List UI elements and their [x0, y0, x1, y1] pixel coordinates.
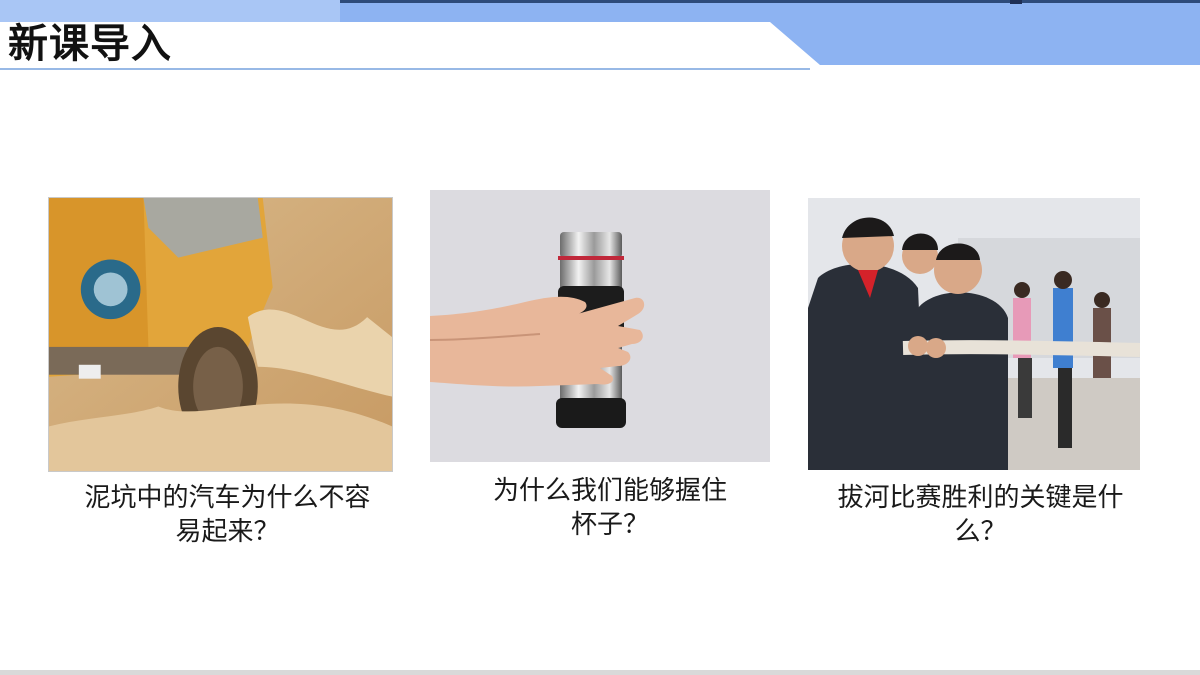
caption-line: 泥坑中的汽车为什么不容: [84, 483, 371, 513]
car-in-mud-image: [48, 197, 393, 472]
caption-line: 为什么我们能够握住: [492, 476, 727, 506]
slide: 新课导入 泥坑中的汽车为什么不容 易起来？ 为什么我们能够握住 杯子？ 拔河比赛…: [0, 0, 1200, 675]
hand-holding-cup-image: [430, 190, 770, 462]
caption-tug-of-war: 拔河比赛胜利的关键是什 么？: [808, 481, 1153, 549]
caption-line: 拔河比赛胜利的关键是什: [837, 483, 1124, 513]
bottom-divider: [0, 670, 1200, 675]
page-title: 新课导入: [8, 21, 172, 67]
caption-line: 么？: [954, 517, 1007, 547]
caption-car-in-mud: 泥坑中的汽车为什么不容 易起来？: [55, 481, 400, 549]
header-band: [0, 0, 1200, 70]
tug-of-war-image: [808, 198, 1140, 470]
caption-line: 易起来？: [175, 517, 280, 547]
caption-holding-cup: 为什么我们能够握住 杯子？: [455, 474, 765, 542]
caption-line: 杯子？: [570, 510, 649, 540]
